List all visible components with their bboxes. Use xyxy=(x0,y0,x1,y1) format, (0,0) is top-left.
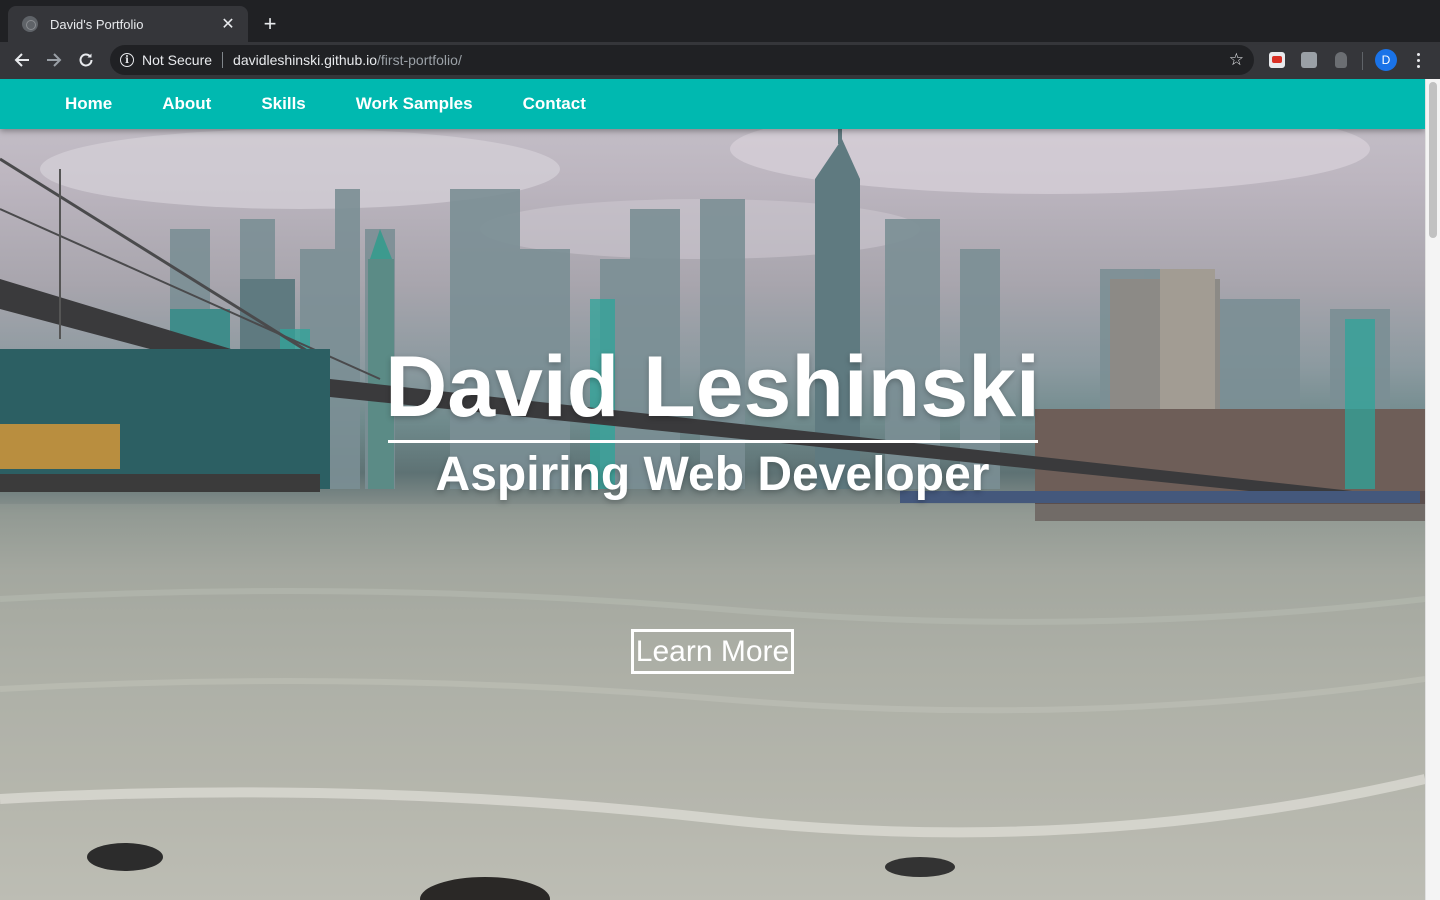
browser-tab[interactable]: David's Portfolio ✕ xyxy=(8,6,248,42)
security-label[interactable]: Not Secure xyxy=(142,52,212,68)
globe-icon xyxy=(22,16,38,32)
page-viewport: Home About Skills Work Samples Contact D… xyxy=(0,79,1440,900)
nav-link-about[interactable]: About xyxy=(162,94,211,114)
nav-link-skills[interactable]: Skills xyxy=(261,94,305,114)
tab-strip: David's Portfolio ✕ + xyxy=(0,0,1440,42)
learn-more-button[interactable]: Learn More xyxy=(631,629,794,674)
arrow-left-icon xyxy=(14,53,29,67)
new-tab-button[interactable]: + xyxy=(258,11,282,36)
address-bar[interactable]: i Not Secure davidleshinski.github.io/fi… xyxy=(110,45,1254,75)
tab-title: David's Portfolio xyxy=(50,16,144,32)
info-icon[interactable]: i xyxy=(120,53,134,67)
hero-section: Home About Skills Work Samples Contact D… xyxy=(0,79,1425,900)
arrow-right-icon xyxy=(47,53,62,67)
hero-divider xyxy=(388,440,1038,443)
more-menu-icon[interactable] xyxy=(1410,48,1426,72)
browser-toolbar: i Not Secure davidleshinski.github.io/fi… xyxy=(0,42,1440,79)
toolbar-divider xyxy=(1362,52,1363,70)
nav-link-work-samples[interactable]: Work Samples xyxy=(356,94,473,114)
reload-button[interactable] xyxy=(72,46,100,74)
reload-icon xyxy=(79,53,93,67)
scrollbar-thumb[interactable] xyxy=(1429,82,1437,238)
nav-link-home[interactable]: Home xyxy=(65,94,112,114)
nav-link-contact[interactable]: Contact xyxy=(523,94,586,114)
hero-subtitle: Aspiring Web Developer xyxy=(435,448,990,501)
hero-title: David Leshinski xyxy=(385,339,1040,435)
close-tab-icon[interactable]: ✕ xyxy=(218,14,238,34)
extension-icon[interactable] xyxy=(1301,52,1317,68)
url-host[interactable]: davidleshinski.github.io xyxy=(233,52,377,68)
profile-avatar[interactable]: D xyxy=(1375,49,1397,71)
extension-icon[interactable] xyxy=(1335,52,1347,68)
site-navbar: Home About Skills Work Samples Contact xyxy=(0,79,1425,129)
back-button[interactable] xyxy=(8,46,36,74)
url-path[interactable]: /first-portfolio/ xyxy=(377,52,462,68)
page-scrollbar[interactable] xyxy=(1425,79,1440,900)
forward-button[interactable] xyxy=(40,46,68,74)
extension-icon[interactable] xyxy=(1269,52,1285,68)
bookmark-star-icon[interactable]: ☆ xyxy=(1229,50,1244,70)
omnibox-divider xyxy=(222,52,224,68)
